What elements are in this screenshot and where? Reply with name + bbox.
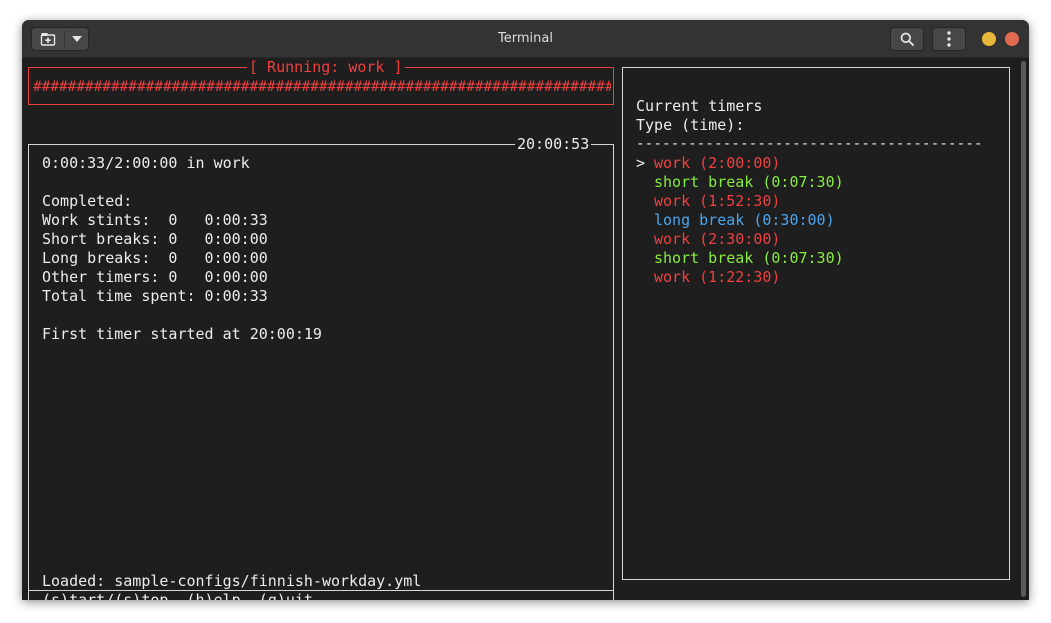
- minimize-button[interactable]: [982, 32, 996, 46]
- work-stints-row: Work stints: 0 0:00:33: [42, 211, 268, 229]
- close-button[interactable]: [1005, 32, 1019, 46]
- first-timer-text: First timer started at 20:00:19: [42, 325, 322, 343]
- long-breaks-row: Long breaks: 0 0:00:00: [42, 249, 268, 267]
- completed-header: Completed:: [42, 192, 133, 210]
- other-timers-row: Other timers: 0 0:00:00: [42, 268, 268, 286]
- title-bar: Terminal: [22, 20, 1029, 58]
- loaded-config-text: Loaded: sample-configs/finnish-workday.y…: [42, 572, 422, 590]
- timer-item[interactable]: short break (0:07:30): [654, 173, 844, 192]
- timer-item[interactable]: work (2:00:00): [654, 154, 780, 173]
- timer-item[interactable]: work (1:22:30): [654, 268, 780, 287]
- chevron-down-icon: [71, 36, 82, 42]
- key-help: (s)tart/(s)top, (h)elp, (q)uit: [40, 591, 315, 600]
- clock: 20:00:53: [515, 135, 592, 154]
- selection-cursor: >: [636, 154, 646, 172]
- timer-item[interactable]: long break (0:30:00): [654, 211, 835, 230]
- tab-dropdown-button[interactable]: [65, 28, 88, 50]
- search-icon: [900, 32, 914, 46]
- timer-item[interactable]: work (1:52:30): [654, 192, 780, 211]
- short-breaks-row: Short breaks: 0 0:00:00: [42, 230, 268, 248]
- window-title: Terminal: [498, 31, 553, 46]
- timers-divider: ----------------------------------------: [636, 136, 983, 152]
- terminal-content[interactable]: [ Running: work ] ######################…: [22, 58, 1029, 600]
- progress-label: [ Running: work ]: [247, 58, 405, 77]
- progress-bar: ########################################…: [33, 79, 611, 95]
- new-tab-icon: [40, 33, 56, 46]
- timers-header: Current timers: [636, 97, 763, 115]
- total-time-row: Total time spent: 0:00:33: [42, 287, 268, 305]
- menu-button[interactable]: [932, 27, 966, 51]
- scrollbar[interactable]: [1021, 61, 1026, 597]
- search-button[interactable]: [890, 27, 924, 51]
- timers-subheader: Type (time):: [636, 116, 745, 134]
- new-tab-button[interactable]: [32, 28, 64, 50]
- elapsed-text: 0:00:33/2:00:00 in work: [42, 154, 250, 172]
- timer-item[interactable]: work (2:30:00): [654, 230, 780, 249]
- terminal-window: Terminal [Running: work] #############…: [22, 20, 1029, 600]
- new-tab-group: [31, 27, 89, 51]
- kebab-menu-icon: [947, 31, 951, 47]
- timer-item[interactable]: short break (0:07:30): [654, 249, 844, 268]
